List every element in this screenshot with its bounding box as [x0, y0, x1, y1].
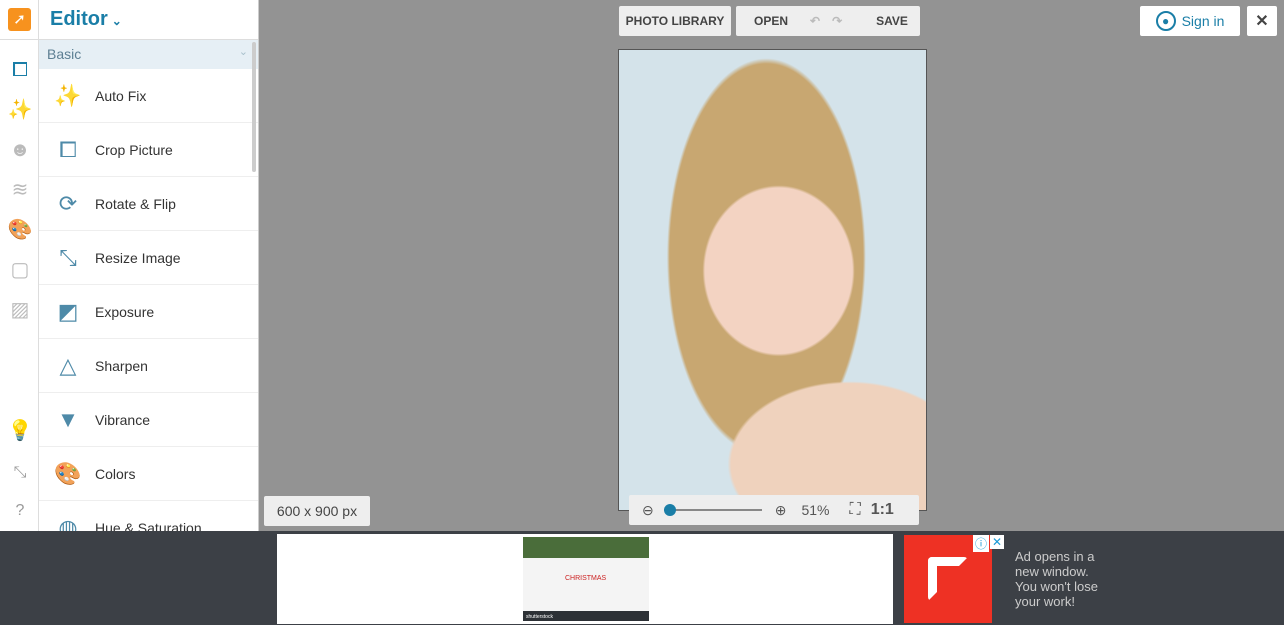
zoom-slider[interactable]: [663, 504, 762, 516]
ad-close-icon[interactable]: ✕: [990, 535, 1005, 549]
zoom-slider-handle[interactable]: [663, 504, 676, 516]
tool-label: Resize Image: [95, 249, 181, 266]
file-toolbar: OPEN ↶ ↷ SAVE: [736, 6, 920, 36]
zoom-percent: 51%: [801, 502, 830, 518]
ad-info-icon[interactable]: ⓘ: [973, 535, 990, 552]
tool-rotate-flip[interactable]: ⟳ Rotate & Flip: [39, 177, 258, 231]
crop-tools-icon[interactable]: ⧠: [7, 57, 33, 83]
shutterstock-logo-icon: [928, 557, 968, 601]
category-basic[interactable]: Basic ⌄: [39, 40, 258, 69]
layers-icon[interactable]: ≋: [7, 177, 33, 203]
actual-size-button[interactable]: 1:1: [871, 501, 894, 519]
undo-icon[interactable]: ↶: [810, 14, 820, 28]
rotate-icon: ⟳: [58, 190, 78, 216]
tool-hue-saturation[interactable]: ◍ Hue & Saturation: [39, 501, 258, 532]
ad-notice: Ad opens in a new window. You won't lose…: [1015, 549, 1098, 609]
open-button[interactable]: OPEN: [754, 14, 788, 28]
lightbulb-icon[interactable]: 💡: [7, 418, 33, 444]
exposure-icon: ◩: [57, 298, 79, 324]
tool-resize-image[interactable]: ⤡ Resize Image: [39, 231, 258, 285]
zoom-in-icon[interactable]: ⊕: [775, 502, 787, 519]
zoom-out-icon[interactable]: ⊖: [642, 502, 654, 519]
tool-label: Auto Fix: [95, 87, 147, 104]
ad-bar: CHRISTMAS shutterstock ⓘ ✕ Ad opens in a…: [0, 531, 1284, 625]
tool-vibrance[interactable]: ▼ Vibrance: [39, 393, 258, 447]
editor-title: Editor: [50, 8, 108, 30]
ad-image: CHRISTMAS shutterstock: [523, 537, 649, 621]
save-button[interactable]: SAVE: [876, 14, 908, 28]
zoom-bar: ⊖ ⊕ 51% ⛶ 1:1: [629, 495, 919, 525]
tool-exposure[interactable]: ◩ Exposure: [39, 285, 258, 339]
sign-in-label: Sign in: [1181, 13, 1225, 29]
photo-library-label: PHOTO LIBRARY: [625, 14, 725, 28]
panel-scrollbar[interactable]: [252, 42, 256, 172]
triangle-icon: △: [59, 352, 77, 378]
app-logo-icon[interactable]: ➚: [8, 8, 31, 31]
chevron-down-icon: ⌄: [111, 14, 122, 28]
photo-library-button[interactable]: PHOTO LIBRARY: [619, 6, 731, 36]
ad-card-text: CHRISTMAS: [565, 575, 607, 582]
tool-label: Crop Picture: [95, 141, 173, 158]
palette-icon: 🎨: [54, 460, 82, 486]
face-icon[interactable]: ☻: [7, 137, 33, 163]
resize-icon: ⤡: [59, 244, 77, 270]
tool-label: Exposure: [95, 303, 155, 320]
palette-icon[interactable]: 🎨: [7, 217, 33, 243]
category-label: Basic: [47, 46, 82, 62]
texture-icon[interactable]: ▨: [7, 297, 33, 323]
tool-auto-fix[interactable]: ✨ Auto Fix: [39, 69, 258, 123]
hue-icon: ◍: [58, 514, 78, 532]
photo-canvas[interactable]: [618, 49, 927, 511]
crop-icon: ⧠: [59, 136, 77, 162]
fit-screen-icon[interactable]: ⛶: [850, 501, 861, 519]
image-dimensions: 600 x 900 px: [264, 496, 370, 526]
ad-brand-text: shutterstock: [526, 614, 553, 620]
tool-colors[interactable]: 🎨 Colors: [39, 447, 258, 501]
tool-crop-picture[interactable]: ⧠ Crop Picture: [39, 123, 258, 177]
sign-in-button[interactable]: ● Sign in: [1140, 6, 1240, 36]
tool-label: Colors: [95, 465, 136, 482]
magic-wand-icon[interactable]: ✨: [7, 97, 33, 123]
tool-label: Hue & Saturation: [95, 519, 202, 532]
frame-icon[interactable]: ▢: [7, 257, 33, 283]
magic-wand-icon: ✨: [54, 82, 82, 108]
close-button[interactable]: ✕: [1247, 6, 1277, 36]
tool-label: Vibrance: [95, 411, 151, 428]
ad-banner[interactable]: CHRISTMAS shutterstock: [277, 534, 893, 624]
tool-rail: ➚ ⧠ ✨ ☻ ≋ 🎨 ▢ ▨ 💡 ⤡ ?: [0, 0, 39, 531]
tool-panel: Editor ⌄ Basic ⌄ ✨ Auto Fix ⧠ Crop Picture ⟳…: [39, 0, 259, 531]
tool-sharpen[interactable]: △ Sharpen: [39, 339, 258, 393]
chevron-down-icon: ⌄: [238, 46, 248, 58]
help-icon[interactable]: ?: [7, 498, 33, 524]
tool-label: Sharpen: [95, 357, 148, 374]
fullscreen-icon[interactable]: ⤡: [7, 460, 33, 486]
editor-menu[interactable]: Editor ⌄: [39, 0, 258, 40]
tool-label: Rotate & Flip: [95, 195, 176, 212]
vibrance-icon: ▼: [57, 406, 79, 432]
redo-icon[interactable]: ↷: [832, 14, 842, 28]
user-icon: ●: [1155, 11, 1176, 31]
